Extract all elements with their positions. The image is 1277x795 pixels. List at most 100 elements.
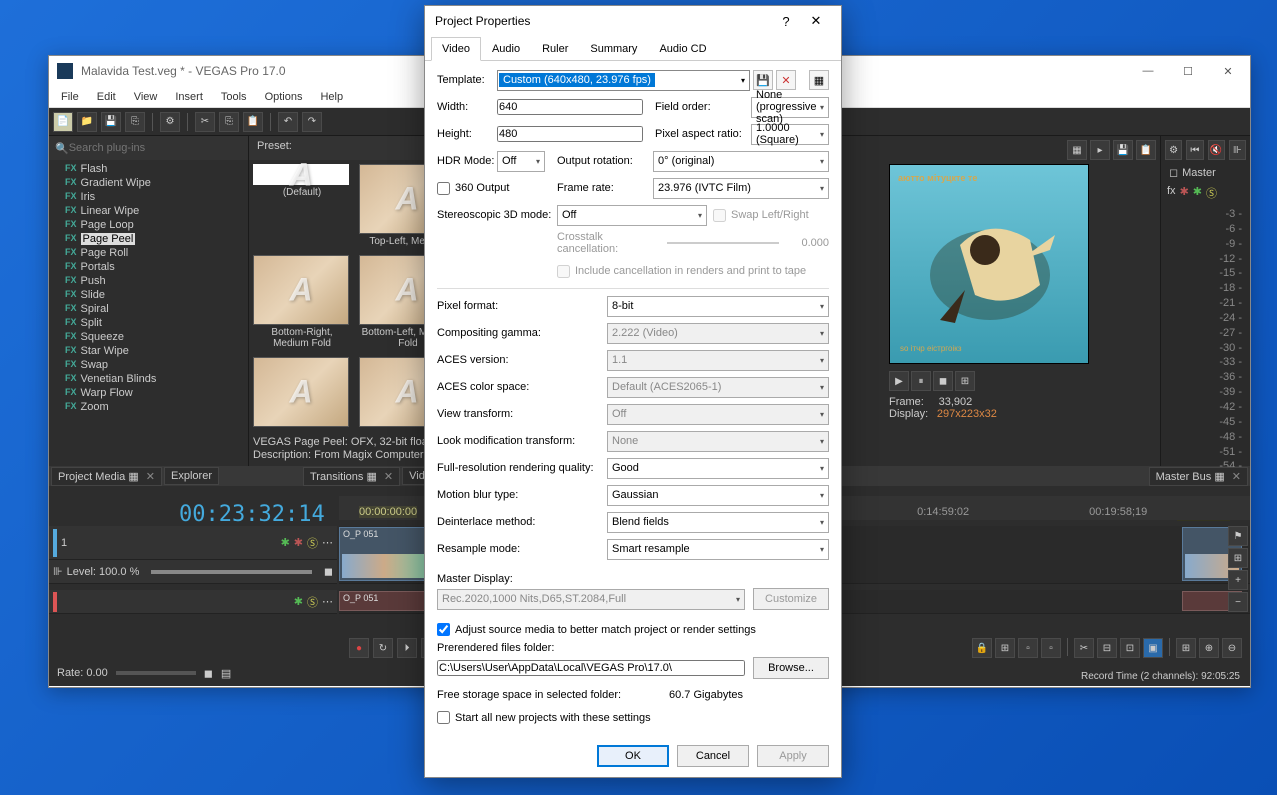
fx-item[interactable]: FXIris: [61, 190, 248, 204]
framerate-select[interactable]: 23.976 (IVTC Film)▾: [653, 178, 829, 199]
fx-item[interactable]: FXSpiral: [61, 302, 248, 316]
menu-help[interactable]: Help: [312, 89, 351, 105]
tab-project-media[interactable]: Project Media ▦ ✕: [51, 467, 162, 486]
tab-transitions[interactable]: Transitions ▦ ✕: [303, 467, 400, 486]
swap-lr-checkbox[interactable]: Swap Left/Right: [713, 209, 809, 222]
fx-item[interactable]: FXVenetian Blinds: [61, 372, 248, 386]
fx-item[interactable]: FXSqueeze: [61, 330, 248, 344]
menu-edit[interactable]: Edit: [89, 89, 124, 105]
prev-icon[interactable]: ⏮: [1186, 140, 1203, 160]
mute-icon[interactable]: 🔇: [1208, 140, 1225, 160]
collapse-icon[interactable]: ▤: [221, 667, 231, 680]
fx-item[interactable]: FXPage Loop: [61, 218, 248, 232]
tab-summary[interactable]: Summary: [579, 37, 648, 61]
audio-clip[interactable]: O_P 051: [339, 591, 429, 611]
render-button[interactable]: ⎘: [125, 112, 145, 132]
hdr-select[interactable]: Off▾: [497, 151, 545, 172]
snap-icon[interactable]: ⊞: [995, 638, 1015, 658]
save-button[interactable]: 💾: [101, 112, 121, 132]
close-icon[interactable]: ✕: [146, 471, 155, 483]
open-button[interactable]: 📁: [77, 112, 97, 132]
ok-button[interactable]: OK: [597, 745, 669, 767]
marker-icon[interactable]: ⚑: [1228, 526, 1248, 546]
gamma-select[interactable]: 2.222 (Video)▾: [607, 323, 829, 344]
minimize-button[interactable]: —: [1134, 65, 1162, 78]
mixer-icon[interactable]: ⊪: [1229, 140, 1246, 160]
record-button[interactable]: ●: [349, 638, 369, 658]
rotation-select[interactable]: 0° (original)▾: [653, 151, 829, 172]
tool-btn[interactable]: ⊕: [1199, 638, 1219, 658]
play-button[interactable]: ▶: [889, 371, 909, 391]
timecode-display[interactable]: 00:23:32:14: [179, 502, 325, 527]
field-order-select[interactable]: None (progressive scan)▾: [751, 97, 829, 118]
video-track-level[interactable]: ⊪ Level: 100.0 % ◼: [49, 560, 337, 584]
tab-audio[interactable]: Audio: [481, 37, 531, 61]
lmt-select[interactable]: None▾: [607, 431, 829, 452]
zoom-out-icon[interactable]: −: [1228, 592, 1248, 612]
new-button[interactable]: 📄: [53, 112, 73, 132]
tab-master-bus[interactable]: Master Bus ▦ ✕: [1149, 467, 1248, 486]
preview-grid-button[interactable]: ⊞: [955, 371, 975, 391]
fx-list[interactable]: FXFlashFXGradient WipeFXIrisFXLinear Wip…: [49, 160, 248, 466]
menu-insert[interactable]: Insert: [167, 89, 211, 105]
cut-button[interactable]: ✂: [195, 112, 215, 132]
stop-button[interactable]: ◼: [933, 371, 953, 391]
close-icon[interactable]: ✕: [384, 471, 393, 483]
maximize-button[interactable]: ☐: [1174, 65, 1202, 78]
aces-colorspace-select[interactable]: Default (ACES2065-1)▾: [607, 377, 829, 398]
cancel-button[interactable]: Cancel: [677, 745, 749, 767]
adjust-source-checkbox[interactable]: Adjust source media to better match proj…: [437, 623, 829, 636]
view-transform-select[interactable]: Off▾: [607, 404, 829, 425]
fx-item[interactable]: FXFlash: [61, 162, 248, 176]
gear-icon[interactable]: ✱: [1193, 185, 1202, 201]
aces-version-select[interactable]: 1.1▾: [607, 350, 829, 371]
width-field[interactable]: [497, 99, 643, 115]
play-start-button[interactable]: ⏵: [397, 638, 417, 658]
save-template-button[interactable]: 💾: [753, 70, 773, 90]
close-icon[interactable]: ✕: [1232, 471, 1241, 483]
fx-item[interactable]: FXPage Peel: [61, 232, 248, 246]
resample-select[interactable]: Smart resample▾: [607, 539, 829, 560]
help-button[interactable]: ?: [771, 14, 801, 29]
pixel-format-select[interactable]: 8-bit▾: [607, 296, 829, 317]
menu-options[interactable]: Options: [257, 89, 311, 105]
deinterlace-select[interactable]: Blend fields▾: [607, 512, 829, 533]
fx-item[interactable]: FXSplit: [61, 316, 248, 330]
crosstalk-slider[interactable]: [667, 242, 779, 244]
fx-item[interactable]: FXStar Wipe: [61, 344, 248, 358]
preview-toolbar-btn[interactable]: ▸: [1090, 140, 1110, 160]
fx-search-input[interactable]: [69, 142, 242, 154]
tab-ruler[interactable]: Ruler: [531, 37, 579, 61]
start-all-projects-checkbox[interactable]: Start all new projects with these settin…: [437, 711, 829, 724]
fx-item[interactable]: FXPush: [61, 274, 248, 288]
video-track-header[interactable]: 1 ✱ ✱ Ⓢ ⋯: [49, 526, 337, 560]
zoom-in-icon[interactable]: +: [1228, 570, 1248, 590]
preview-toolbar-btn[interactable]: 📋: [1136, 140, 1156, 160]
preset-thumb[interactable]: [253, 255, 349, 325]
settings-icon[interactable]: ⚙: [1165, 140, 1182, 160]
fx-item[interactable]: FXWarp Flow: [61, 386, 248, 400]
menu-view[interactable]: View: [126, 89, 166, 105]
preview-toolbar-btn[interactable]: ▦: [1067, 140, 1087, 160]
audio-track-header[interactable]: ✱ Ⓢ ⋯: [49, 590, 337, 614]
height-field[interactable]: [497, 126, 643, 142]
template-select[interactable]: Custom (640x480, 23.976 fps) ▾: [497, 70, 750, 91]
close-button[interactable]: ✕: [1214, 65, 1242, 78]
motion-blur-select[interactable]: Gaussian▾: [607, 485, 829, 506]
fx-item[interactable]: FXZoom: [61, 400, 248, 414]
tool-btn[interactable]: ⊡: [1120, 638, 1140, 658]
properties-button[interactable]: ⚙: [160, 112, 180, 132]
par-select[interactable]: 1.0000 (Square)▾: [751, 124, 829, 145]
fx-item[interactable]: FXSwap: [61, 358, 248, 372]
tab-audiocd[interactable]: Audio CD: [648, 37, 717, 61]
fx-item[interactable]: FXSlide: [61, 288, 248, 302]
preview-toolbar-btn[interactable]: 💾: [1113, 140, 1133, 160]
browse-button[interactable]: Browse...: [753, 657, 829, 679]
tool-btn[interactable]: ⊖: [1222, 638, 1242, 658]
gear-icon[interactable]: ✱: [1180, 185, 1189, 201]
fx-icon[interactable]: fx: [1167, 185, 1176, 201]
delete-template-button[interactable]: ✕: [776, 70, 796, 90]
tool-btn[interactable]: ▫: [1018, 638, 1038, 658]
loop-button[interactable]: ↻: [373, 638, 393, 658]
preset-thumb[interactable]: [253, 357, 349, 427]
